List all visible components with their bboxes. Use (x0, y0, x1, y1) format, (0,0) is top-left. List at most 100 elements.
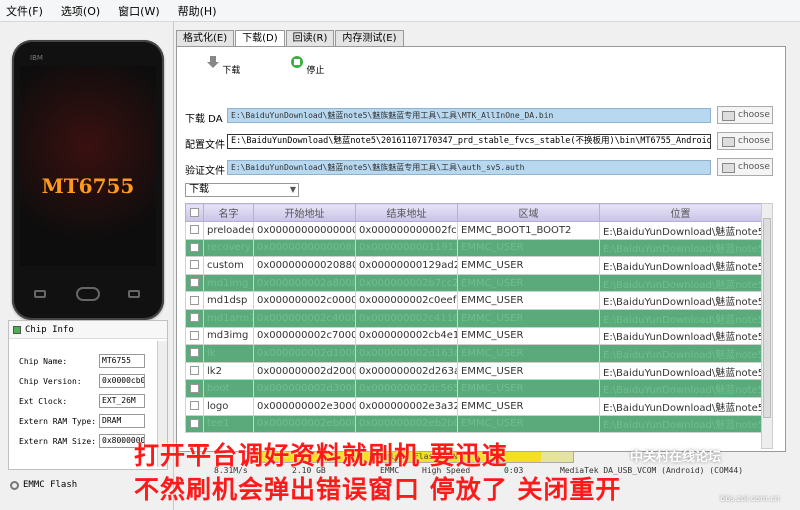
watermark-url: bbs.zol.com.cn (720, 494, 780, 503)
row-checkbox-cell[interactable] (185, 308, 204, 328)
checkbox[interactable] (190, 260, 199, 270)
cell-end-address: 0x000000002eb2b05f (355, 414, 458, 434)
table-row[interactable]: md1arm70x000000002c4000000x000000002c411… (185, 308, 762, 328)
cell-region: EMMC_USER (457, 273, 600, 293)
cell-start-address: 0x000000002d200000 (253, 361, 356, 381)
cell-location: E:\BaiduYunDownload\魅蓝note5\20 (599, 291, 762, 310)
checkbox[interactable] (190, 207, 199, 217)
row-checkbox-cell[interactable] (185, 238, 204, 258)
checkbox[interactable] (190, 242, 199, 252)
gear-icon (10, 480, 19, 490)
cell-end-address: 0x000000002cb4e14f (355, 326, 458, 346)
col-header-name[interactable]: 名字 (203, 203, 254, 222)
col-header-location[interactable]: 位置 (599, 203, 762, 222)
cell-region: EMMC_USER (457, 238, 600, 258)
scatter-label: 配置文件 (185, 140, 225, 151)
table-scrollbar[interactable] (761, 203, 773, 449)
row-checkbox-cell[interactable] (185, 273, 204, 293)
menu-help[interactable]: 帮助(H) (178, 3, 217, 19)
tab-download[interactable]: 下载(D) (235, 30, 285, 47)
auth-choose-button[interactable]: choose (717, 158, 773, 176)
download-button-label: 下载 (222, 66, 241, 76)
checkbox[interactable] (190, 383, 199, 393)
checkbox[interactable] (190, 401, 199, 411)
row-checkbox-cell[interactable] (185, 414, 204, 434)
menu-options[interactable]: 选项(O) (61, 3, 100, 19)
scatter-choose-button[interactable]: choose (717, 132, 773, 150)
cell-region: EMMC_USER (457, 361, 600, 381)
stop-icon (290, 56, 303, 68)
ram-type-label: Extern RAM Type: (19, 417, 97, 426)
checkbox[interactable] (190, 225, 199, 235)
auth-path-input[interactable]: E:\BaiduYunDownload\魅蓝note5\魅族魅蓝专用工具\工具\… (227, 160, 711, 175)
ram-size-label: Extern RAM Size: (19, 437, 97, 446)
menu-window[interactable]: 窗口(W) (118, 3, 159, 19)
cell-end-address: 0x000000002b7cc28f (355, 273, 458, 293)
table-row[interactable]: boot0x000000002d3000000x000000002dc5657f… (185, 379, 762, 398)
table-row[interactable]: preloader0x00000000000000000x00000000000… (185, 221, 762, 240)
tab-readback[interactable]: 回读(R) (285, 30, 335, 46)
chip-info-icon (13, 325, 21, 334)
chip-name-value: MT6755 (99, 354, 145, 368)
mode-dropdown[interactable]: 下载 ▼ (185, 183, 299, 197)
cell-location: E:\BaiduYunDownload\魅蓝note5\20 (599, 379, 762, 398)
row-checkbox-cell[interactable] (185, 361, 204, 381)
download-arrow-icon (206, 56, 219, 68)
row-checkbox-cell[interactable] (185, 256, 204, 275)
cell-region: EMMC_USER (457, 344, 600, 363)
table-row[interactable]: md1img0x000000002a8000000x000000002b7cc2… (185, 273, 762, 293)
da-path-input[interactable]: E:\BaiduYunDownload\魅蓝note5\魅族魅蓝专用工具\工具\… (227, 108, 711, 123)
table-row[interactable]: custom0x00000000020880000x00000000129ad2… (185, 256, 762, 275)
table-row[interactable]: logo0x000000002e3000000x000000002e3a327f… (185, 396, 762, 416)
home-key-icon (76, 287, 100, 301)
cell-start-address: 0x000000002d100000 (253, 344, 356, 363)
stop-button[interactable]: 停止 (287, 55, 327, 76)
col-header-region[interactable]: 区域 (457, 203, 600, 222)
col-header-start[interactable]: 开始地址 (253, 203, 356, 222)
ext-clock-label: Ext Clock: (19, 397, 68, 406)
tab-format[interactable]: 格式化(E) (176, 30, 235, 46)
cell-name: tee1 (203, 414, 254, 434)
menu-file[interactable]: 文件(F) (6, 3, 43, 19)
checkbox[interactable] (190, 418, 199, 428)
chip-version-label: Chip Version: (19, 377, 82, 386)
cell-end-address: 0x000000000119137f (355, 238, 458, 258)
checkbox[interactable] (190, 348, 199, 358)
col-header-end[interactable]: 结束地址 (355, 203, 458, 222)
cell-name: md1arm7 (203, 308, 254, 328)
row-checkbox-cell[interactable] (185, 291, 204, 310)
row-checkbox-cell[interactable] (185, 221, 204, 240)
phone-image: IBM MT6755 (12, 40, 164, 320)
table-row[interactable]: lk0x000000002d1000000x000000002d163aafEM… (185, 344, 762, 363)
row-checkbox-cell[interactable] (185, 326, 204, 346)
cell-region: EMMC_USER (457, 291, 600, 310)
phone-screen (20, 66, 156, 266)
chip-name-label: Chip Name: (19, 357, 68, 366)
overlay-caption-2: 不然刷机会弹出错误窗口 停放了 关闭重开 (134, 475, 622, 504)
checkbox[interactable] (190, 278, 199, 288)
scatter-path-select[interactable]: E:\BaiduYunDownload\魅蓝note5\201611071703… (227, 134, 711, 149)
cell-region: EMMC_USER (457, 326, 600, 346)
table-row[interactable]: recovery0x00000000000080000x000000000119… (185, 238, 762, 258)
scrollbar-thumb[interactable] (763, 218, 771, 418)
row-checkbox-cell[interactable] (185, 379, 204, 398)
table-row[interactable]: tee10x000000002eb000000x000000002eb2b05f… (185, 414, 762, 434)
download-button[interactable]: 下载 (203, 55, 243, 76)
checkbox[interactable] (190, 295, 199, 305)
cell-location: E:\BaiduYunDownload\魅蓝note5\20 (599, 308, 762, 328)
cell-location: E:\BaiduYunDownload\魅蓝note5\20 (599, 326, 762, 346)
cell-region: EMMC_USER (457, 414, 600, 434)
header-select-all[interactable] (185, 203, 204, 222)
checkbox[interactable] (190, 366, 199, 376)
da-choose-button[interactable]: choose (717, 106, 773, 124)
table-row[interactable]: md3img0x000000002c7000000x000000002cb4e1… (185, 326, 762, 346)
overlay-caption-1: 打开平台调好资料就刷机 要迅速 (134, 441, 508, 470)
table-row[interactable]: lk20x000000002d2000000x000000002d263aafE… (185, 361, 762, 381)
cell-start-address: 0x000000002eb00000 (253, 414, 356, 434)
table-row[interactable]: md1dsp0x000000002c0000000x000000002c0eef… (185, 291, 762, 310)
tab-memory-test[interactable]: 内存测试(E) (335, 30, 404, 46)
row-checkbox-cell[interactable] (185, 344, 204, 363)
checkbox[interactable] (190, 330, 199, 340)
checkbox[interactable] (190, 313, 199, 323)
row-checkbox-cell[interactable] (185, 396, 204, 416)
